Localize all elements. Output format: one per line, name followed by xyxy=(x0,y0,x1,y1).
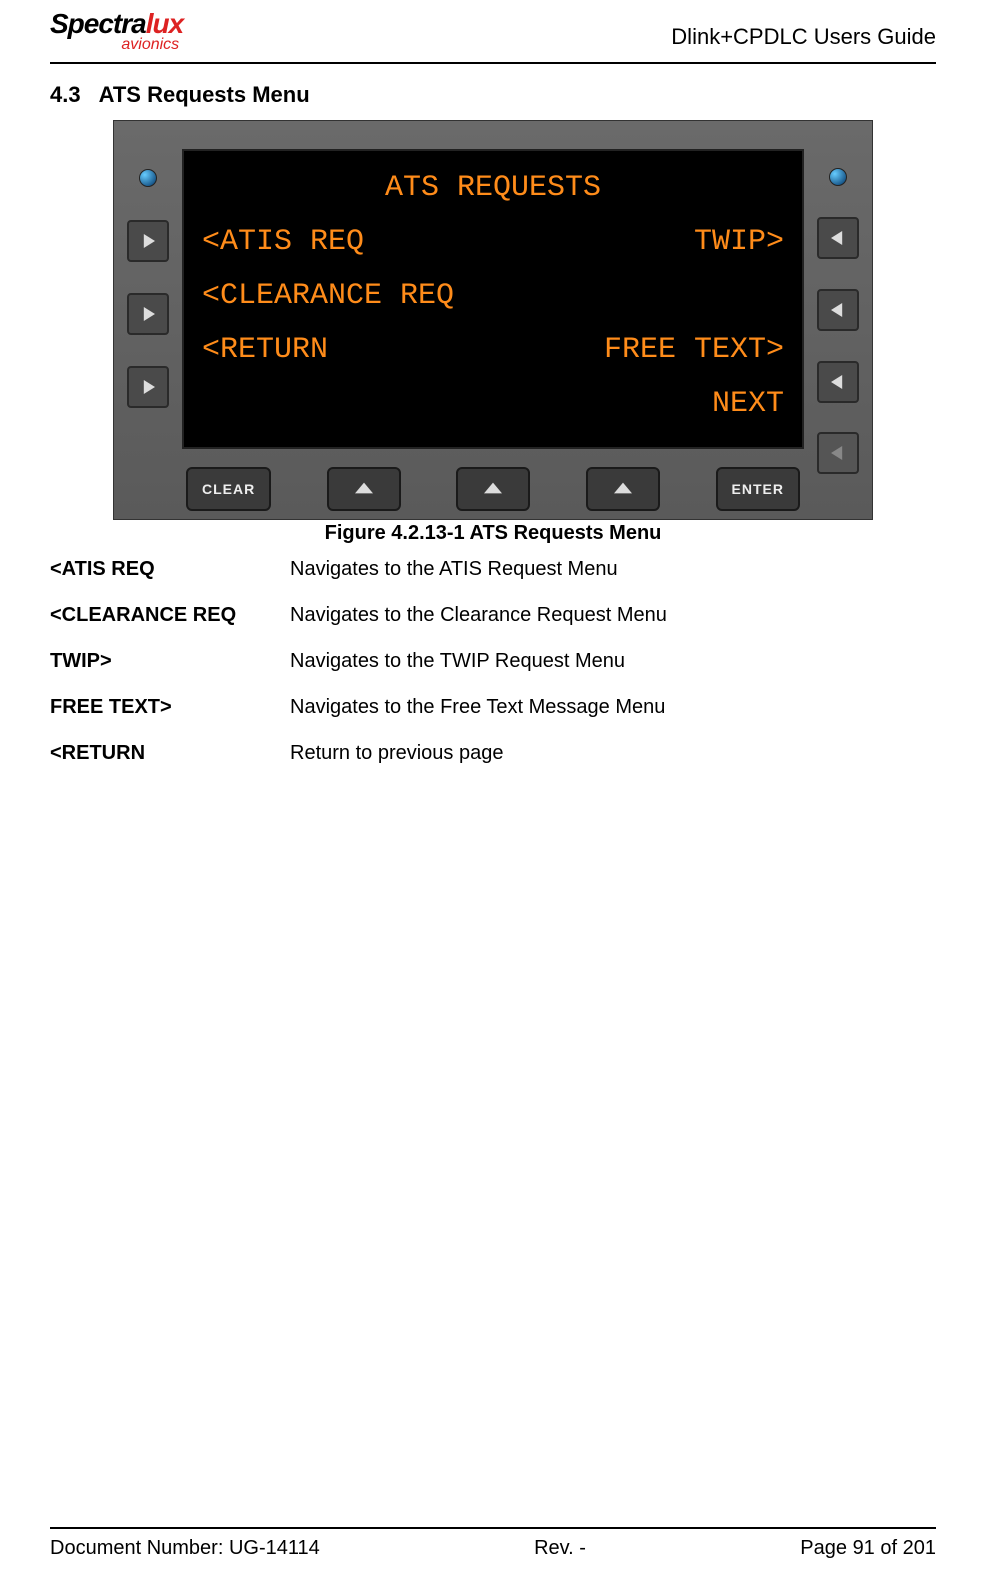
lsk-l2-label: <CLEARANCE REQ xyxy=(202,269,454,323)
left-button-column xyxy=(114,121,182,519)
lsk-r3-label: FREE TEXT> xyxy=(604,323,784,377)
section-heading: 4.3 ATS Requests Menu xyxy=(50,82,936,108)
screen-row-3: <RETURN FREE TEXT> xyxy=(202,323,784,377)
description-row: <CLEARANCE REQ Navigates to the Clearanc… xyxy=(50,601,936,629)
footer-page-number: Page 91 of 201 xyxy=(800,1537,936,1560)
enter-button[interactable]: ENTER xyxy=(716,467,800,511)
footer-doc-number: Document Number: UG-14114 xyxy=(50,1537,320,1560)
bottom-button-row: CLEAR ENTER xyxy=(182,467,804,511)
lsk-r1-button[interactable] xyxy=(817,217,859,259)
section-title: ATS Requests Menu xyxy=(99,82,310,108)
description-text: Navigates to the Clearance Request Menu xyxy=(290,601,667,629)
device-bezel: ATS REQUESTS <ATIS REQ TWIP> <CLEARANCE … xyxy=(113,120,873,520)
footer-revision: Rev. - xyxy=(534,1537,586,1560)
description-text: Navigates to the Free Text Message Menu xyxy=(290,693,665,721)
figure-caption: Figure 4.2.13-1 ATS Requests Menu xyxy=(325,522,662,545)
description-text: Return to previous page xyxy=(290,739,503,767)
led-indicator xyxy=(139,169,157,187)
description-text: Navigates to the TWIP Request Menu xyxy=(290,647,625,675)
lsk-l3-button[interactable] xyxy=(127,366,169,408)
right-button-column xyxy=(804,121,872,519)
up-arrow-button-1[interactable] xyxy=(327,467,401,511)
logo: Spectralux avionics xyxy=(50,8,183,54)
page-footer: Document Number: UG-14114 Rev. - Page 91… xyxy=(50,1527,936,1580)
lsk-l1-button[interactable] xyxy=(127,220,169,262)
logo-subtext: avionics xyxy=(50,36,183,54)
description-row: FREE TEXT> Navigates to the Free Text Me… xyxy=(50,693,936,721)
section-number: 4.3 xyxy=(50,82,81,108)
screen-row-2: <CLEARANCE REQ xyxy=(202,269,784,323)
screen-row-1: <ATIS REQ TWIP> xyxy=(202,215,784,269)
lsk-r4-button[interactable] xyxy=(817,432,859,474)
description-row: <ATIS REQ Navigates to the ATIS Request … xyxy=(50,555,936,583)
lsk-r1-label: TWIP> xyxy=(694,215,784,269)
lsk-l2-button[interactable] xyxy=(127,293,169,335)
description-term: <RETURN xyxy=(50,739,290,767)
description-term: FREE TEXT> xyxy=(50,693,290,721)
description-term: <CLEARANCE REQ xyxy=(50,601,290,629)
lsk-l3-label: <RETURN xyxy=(202,323,328,377)
screen-title: ATS REQUESTS xyxy=(202,161,784,215)
display-screen: ATS REQUESTS <ATIS REQ TWIP> <CLEARANCE … xyxy=(182,149,804,449)
figure: ATS REQUESTS <ATIS REQ TWIP> <CLEARANCE … xyxy=(50,120,936,555)
lsk-r2-button[interactable] xyxy=(817,289,859,331)
lsk-l1-label: <ATIS REQ xyxy=(202,215,364,269)
description-term: TWIP> xyxy=(50,647,290,675)
led-indicator xyxy=(829,168,847,186)
description-text: Navigates to the ATIS Request Menu xyxy=(290,555,618,583)
up-arrow-button-3[interactable] xyxy=(586,467,660,511)
page-header: Spectralux avionics Dlink+CPDLC Users Gu… xyxy=(50,0,936,64)
clear-button[interactable]: CLEAR xyxy=(186,467,271,511)
description-row: TWIP> Navigates to the TWIP Request Menu xyxy=(50,647,936,675)
lsk-r3-button[interactable] xyxy=(817,361,859,403)
description-row: <RETURN Return to previous page xyxy=(50,739,936,767)
screen-row-4: NEXT xyxy=(202,377,784,431)
lsk-r4-label: NEXT xyxy=(712,377,784,431)
up-arrow-button-2[interactable] xyxy=(456,467,530,511)
description-list: <ATIS REQ Navigates to the ATIS Request … xyxy=(50,555,936,785)
description-term: <ATIS REQ xyxy=(50,555,290,583)
document-title: Dlink+CPDLC Users Guide xyxy=(671,24,936,54)
